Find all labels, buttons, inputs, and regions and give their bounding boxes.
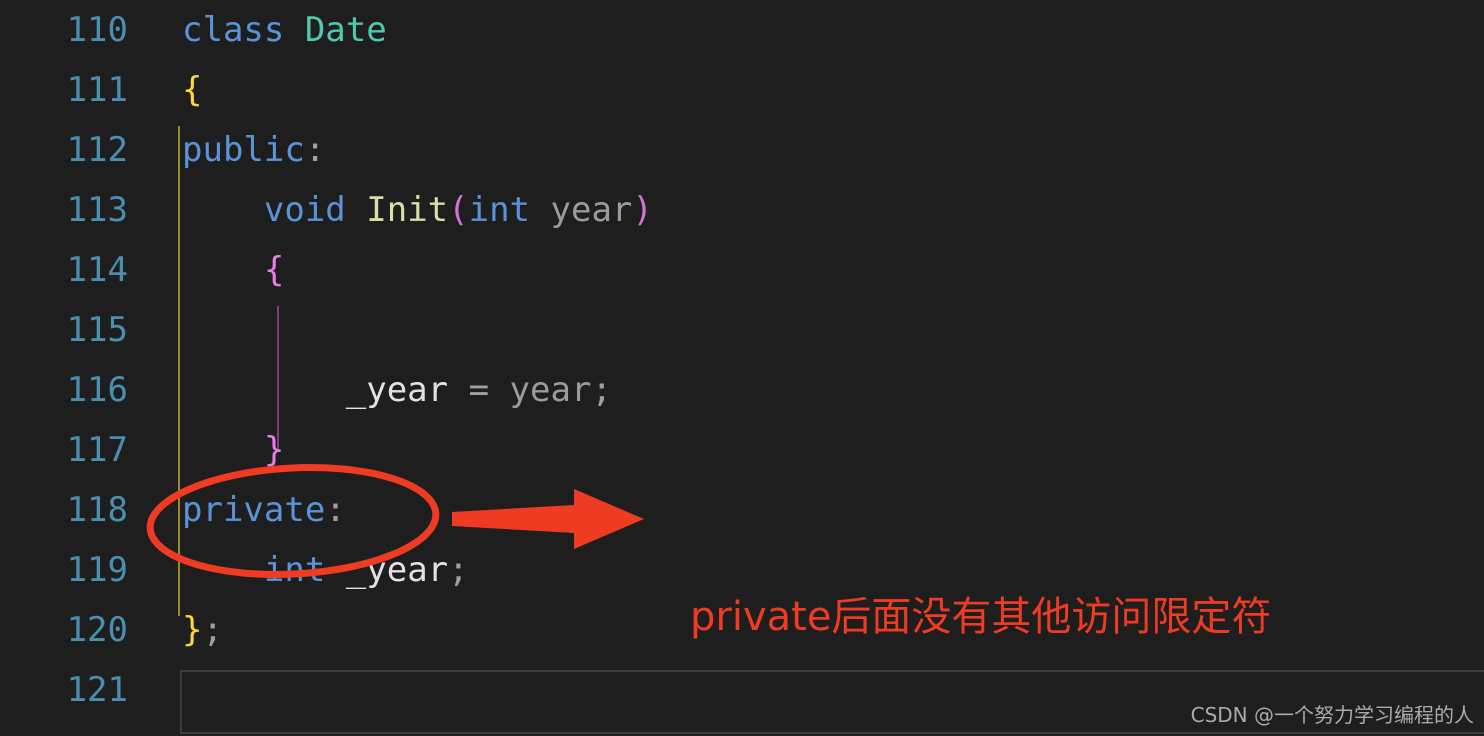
line-number: 121 <box>66 670 128 710</box>
csdn-watermark: CSDN @一个努力学习编程的人 <box>1190 703 1474 727</box>
annotation-text-line-1: private后面没有其他访问限定符 <box>690 594 1272 641</box>
line-number: 115 <box>66 310 128 350</box>
line-number: 119 <box>66 550 128 590</box>
code-token: class <box>182 10 305 50</box>
code-line-text[interactable]: class Date <box>182 13 387 47</box>
line-number: 114 <box>66 250 128 290</box>
code-line-text[interactable]: _year = year; <box>182 373 612 407</box>
line-number: 111 <box>66 70 128 110</box>
line-number: 120 <box>66 610 128 650</box>
code-token: ; <box>202 610 223 650</box>
code-token: ) <box>632 190 653 230</box>
code-token: ; <box>448 550 469 590</box>
line-number: 116 <box>66 370 128 410</box>
code-token: { <box>182 70 203 110</box>
code-token: } <box>263 430 285 470</box>
code-token: : <box>304 130 326 170</box>
code-token: _year <box>345 370 469 410</box>
code-line-text[interactable]: } <box>182 433 284 467</box>
code-token: _year <box>345 550 449 590</box>
code-line[interactable]: 114 { <box>0 240 1484 300</box>
code-line-text[interactable]: }; <box>182 613 223 647</box>
code-line-text[interactable]: { <box>182 253 284 287</box>
code-token: = <box>468 370 510 410</box>
line-number: 113 <box>66 190 128 230</box>
line-number: 117 <box>66 430 128 470</box>
code-line[interactable]: 113 void Init(int year) <box>0 180 1484 240</box>
code-line-text[interactable]: public: <box>182 133 325 167</box>
annotation-text: private后面没有其他访问限定符 作用范围到}结束 <box>690 490 1271 736</box>
code-line[interactable]: 115 <box>0 300 1484 360</box>
code-token: } <box>182 610 203 650</box>
code-token: private <box>182 490 326 530</box>
code-token: int <box>468 190 551 230</box>
code-editor-screenshot: 110 class Date 111 {112 public: 113 void Init… <box>0 0 1484 736</box>
code-line[interactable]: 117 } <box>0 420 1484 480</box>
code-token: int <box>263 550 346 590</box>
code-token: ( <box>448 190 469 230</box>
code-token: void <box>263 190 367 230</box>
code-line[interactable]: 112 public: <box>0 120 1484 180</box>
code-token: year <box>509 370 592 410</box>
code-token: { <box>263 250 285 290</box>
code-line-text[interactable]: int _year; <box>182 553 469 587</box>
code-line-text[interactable]: void Init(int year) <box>182 193 653 227</box>
code-line-text[interactable]: private: <box>182 493 346 527</box>
code-token: Date <box>304 10 387 50</box>
line-number: 112 <box>66 130 128 170</box>
line-number: 118 <box>66 490 128 530</box>
code-line[interactable]: 116 _year = year; <box>0 360 1484 420</box>
code-token: ; <box>591 370 612 410</box>
code-line[interactable]: 110 class Date <box>0 0 1484 60</box>
line-number: 110 <box>66 10 128 50</box>
code-token: Init <box>366 190 449 230</box>
code-token: year <box>550 190 633 230</box>
code-token: : <box>325 490 346 530</box>
code-token: public <box>182 130 305 170</box>
code-line-text[interactable]: { <box>182 73 202 107</box>
code-line[interactable]: 111 { <box>0 60 1484 120</box>
